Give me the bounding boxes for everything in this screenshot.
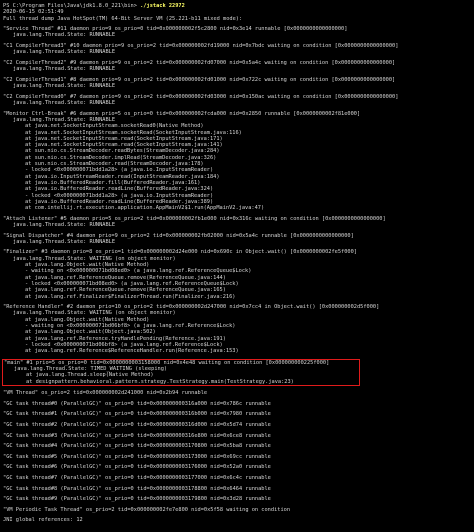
prompt-path: PS C:\Program Files\Java\jdk1.8.0_221\bi… [3,3,141,9]
jni-references: JNI global references: 12 [3,517,83,524]
main-thread-highlight: "main" #1 prio=5 os_prio=0 tid=0x0000000… [2,358,360,386]
jstack-command: ./jstack 22972 [140,3,185,9]
stack-frame: at designpattern.behavioral.pattern.stra… [26,378,294,385]
terminal-window[interactable]: PS C:\Program Files\Java\jdk1.8.0_221\bi… [0,0,474,532]
